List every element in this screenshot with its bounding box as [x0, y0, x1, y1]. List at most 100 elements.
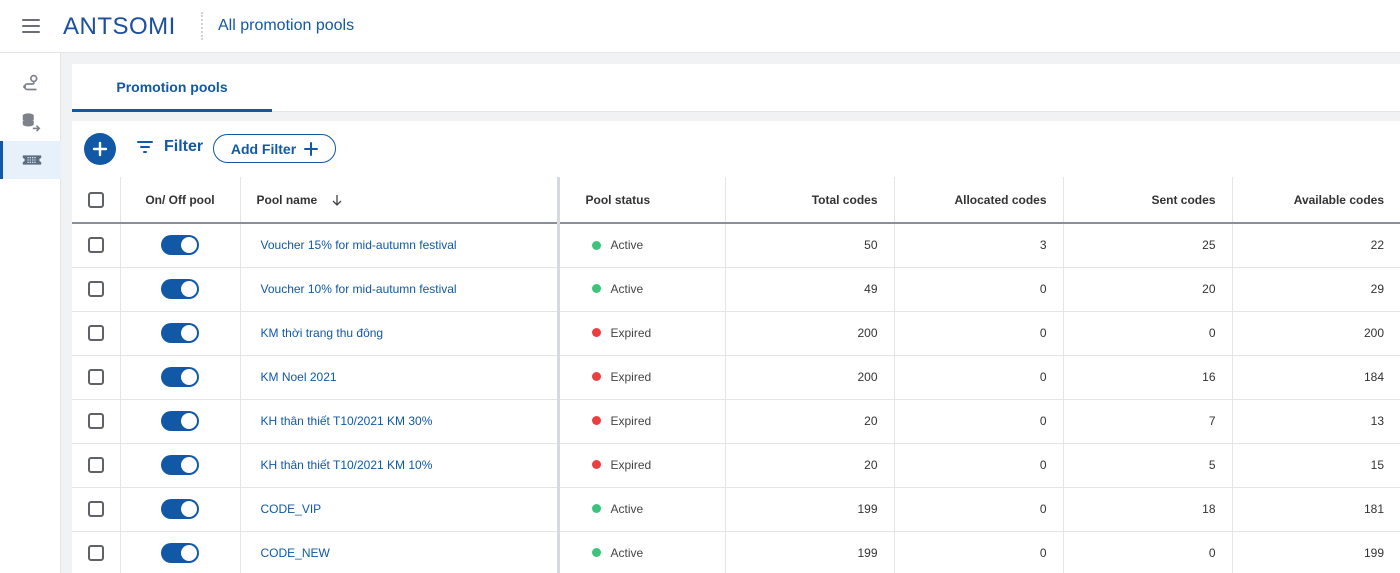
allocated-codes: 0 [893, 267, 1063, 312]
sent-codes: 0 [1062, 531, 1232, 573]
table-header-row: On/ Off pool Pool name Pool status Total… [72, 177, 1400, 224]
header-sent: Sent codes [1062, 177, 1232, 224]
pool-toggle[interactable] [161, 499, 199, 519]
select-all-checkbox[interactable] [87, 191, 104, 208]
row-checkbox[interactable] [87, 325, 104, 341]
toggle-knob [181, 501, 197, 517]
row-checkbox[interactable] [87, 457, 104, 473]
toggle-knob [181, 325, 197, 341]
filter-button[interactable]: Filter [136, 138, 203, 156]
pool-toggle[interactable] [161, 455, 199, 475]
available-codes: 181 [1231, 487, 1400, 532]
row-checkbox[interactable] [87, 501, 104, 517]
status-label: Active [610, 281, 644, 296]
tab-promotion-pools[interactable]: Promotion pools [72, 64, 272, 112]
pool-name-cell: KH thân thiết T10/2021 KM 10% [239, 443, 560, 488]
pool-name-link[interactable]: KH thân thiết T10/2021 KM 10% [257, 458, 433, 472]
toggle-cell [119, 443, 240, 488]
total-codes: 20 [724, 399, 894, 444]
allocated-codes: 0 [893, 487, 1063, 532]
pool-name-link[interactable]: CODE_VIP [257, 502, 322, 516]
pool-toggle[interactable] [161, 367, 199, 387]
pool-name-link[interactable]: KM Noel 2021 [257, 370, 337, 384]
pool-name-cell: CODE_NEW [239, 531, 560, 573]
table-row[interactable]: Voucher 10% for mid-autumn festival Acti… [72, 267, 1400, 312]
pool-name-cell: Voucher 10% for mid-autumn festival [239, 267, 560, 312]
header-status: Pool status [557, 177, 725, 224]
pool-toggle[interactable] [161, 323, 199, 343]
menu-icon[interactable] [22, 18, 40, 34]
sent-codes: 25 [1062, 223, 1232, 268]
table-row[interactable]: CODE_VIP Active 199 0 18 181 [72, 487, 1400, 532]
row-checkbox[interactable] [87, 237, 104, 254]
pool-name-cell: KH thân thiết T10/2021 KM 30% [239, 399, 560, 444]
status-label: Active [610, 501, 644, 516]
table-row[interactable]: KH thân thiết T10/2021 KM 10% Expired 20… [72, 443, 1400, 488]
total-codes: 50 [724, 223, 894, 268]
toggle-cell [119, 487, 240, 532]
toggle-cell [119, 223, 240, 268]
allocated-codes: 0 [893, 355, 1063, 400]
allocated-codes: 0 [893, 443, 1063, 488]
row-checkbox[interactable] [87, 281, 104, 297]
status-badge: Expired [584, 458, 651, 472]
add-pool-button[interactable] [84, 133, 116, 165]
pool-toggle[interactable] [161, 279, 199, 299]
add-filter-button[interactable]: Add Filter [213, 134, 336, 163]
plus-icon [304, 141, 319, 156]
header-pool-name[interactable]: Pool name [239, 177, 560, 224]
row-select-cell [72, 355, 120, 400]
status-cell: Active [557, 531, 725, 573]
sent-codes: 5 [1062, 443, 1232, 488]
header-available: Available codes [1231, 177, 1400, 224]
toggle-knob [181, 369, 197, 385]
header-allocated: Allocated codes [893, 177, 1063, 224]
toggle-knob [181, 457, 197, 473]
logo[interactable]: ANTSOMI [63, 13, 176, 41]
status-badge: Active [584, 281, 644, 296]
top-bar: ANTSOMI All promotion pools [0, 0, 1400, 53]
sent-codes: 18 [1062, 487, 1232, 532]
status-badge: Active [584, 238, 643, 252]
status-badge: Expired [584, 326, 651, 340]
status-dot [591, 328, 601, 338]
table-row[interactable]: KH thân thiết T10/2021 KM 30% Expired 20… [72, 399, 1400, 444]
sent-codes: 0 [1062, 311, 1232, 356]
pool-name-link[interactable]: Voucher 10% for mid-autumn festival [257, 282, 457, 296]
allocated-codes: 0 [893, 531, 1063, 573]
row-checkbox[interactable] [87, 369, 104, 385]
toolbar: Filter Add Filter [72, 121, 1400, 177]
pool-name-link[interactable]: CODE_NEW [257, 546, 330, 560]
table-row[interactable]: Voucher 15% for mid-autumn festival Acti… [72, 223, 1400, 268]
sent-codes: 20 [1062, 267, 1232, 312]
ticket-icon [22, 155, 42, 165]
header-total: Total codes [724, 177, 894, 224]
sidebar-item-journey[interactable] [0, 65, 61, 103]
sort-down-icon[interactable] [331, 194, 343, 207]
row-checkbox[interactable] [87, 545, 104, 561]
tabs-bar: Promotion pools [72, 64, 1400, 112]
sidebar-item-data[interactable] [0, 103, 61, 141]
select-all-cell [72, 177, 120, 224]
status-cell: Expired [557, 399, 725, 444]
status-dot [591, 240, 601, 250]
row-select-cell [72, 531, 120, 573]
status-badge: Expired [584, 370, 651, 384]
toggle-cell [119, 531, 240, 573]
pool-name-link[interactable]: Voucher 15% for mid-autumn festival [257, 238, 457, 252]
row-checkbox[interactable] [87, 413, 104, 429]
sidebar [0, 53, 61, 573]
pool-toggle[interactable] [161, 411, 199, 431]
table-row[interactable]: KM Noel 2021 Expired 200 0 16 184 [72, 355, 1400, 400]
toggle-cell [119, 311, 240, 356]
pool-name-link[interactable]: KH thân thiết T10/2021 KM 30% [257, 414, 433, 428]
table-row[interactable]: CODE_NEW Active 199 0 0 199 [72, 531, 1400, 573]
journey-icon [22, 74, 38, 91]
sidebar-item-promotion[interactable] [0, 141, 61, 179]
table-row[interactable]: KM thời trang thu đông Expired 200 0 0 2… [72, 311, 1400, 356]
pool-name-link[interactable]: KM thời trang thu đông [257, 326, 384, 340]
status-cell: Expired [557, 355, 725, 400]
pool-toggle[interactable] [161, 235, 199, 256]
available-codes: 199 [1231, 531, 1400, 573]
pool-toggle[interactable] [161, 543, 199, 563]
